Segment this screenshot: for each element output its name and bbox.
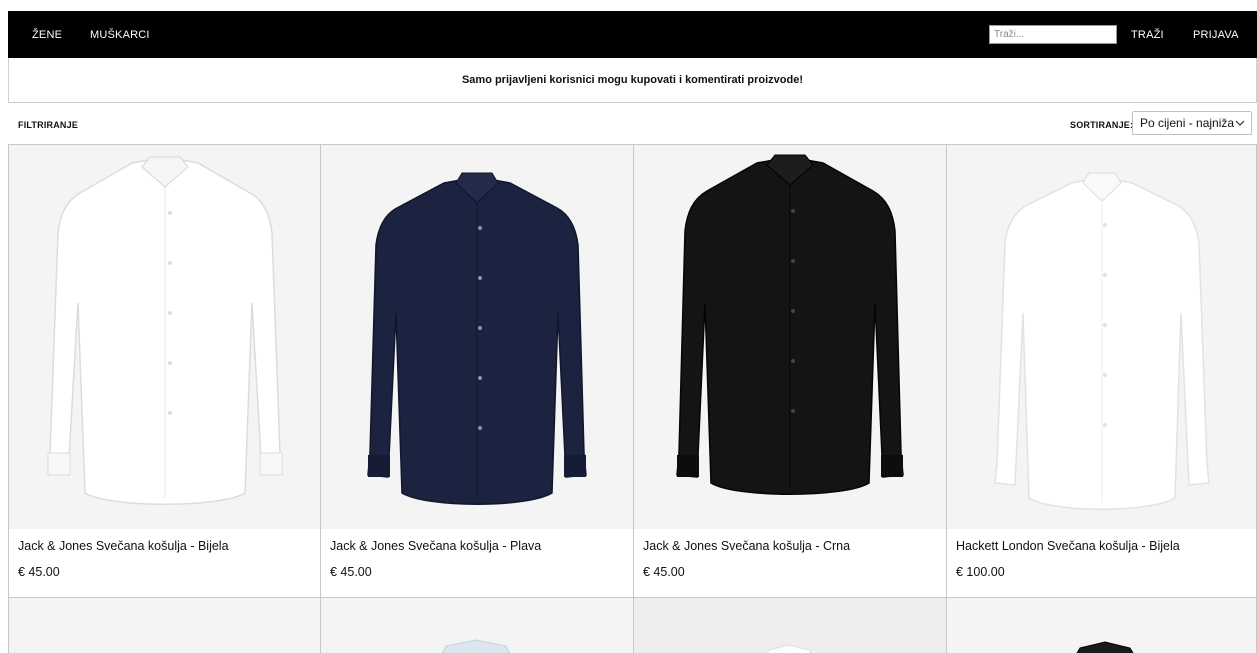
shirt-image — [367, 172, 587, 505]
product-price: € 45.00 — [643, 565, 685, 579]
nav-link-men[interactable]: MUŠKARCI — [90, 29, 150, 41]
product-card[interactable] — [8, 598, 321, 653]
product-card[interactable]: Jack & Jones Svečana košulja - Bijela € … — [8, 145, 321, 598]
product-card[interactable]: Hackett London Svečana košulja - Bijela … — [947, 145, 1257, 598]
product-card[interactable] — [634, 598, 947, 653]
product-price: € 45.00 — [18, 565, 60, 579]
product-image[interactable] — [9, 145, 320, 529]
shirt-image — [766, 644, 812, 653]
product-image[interactable] — [634, 145, 946, 529]
product-grid: Jack & Jones Svečana košulja - Bijela € … — [8, 145, 1257, 653]
product-image[interactable] — [634, 598, 946, 653]
sort-select-value: Po cijeni - najniža — [1140, 116, 1235, 130]
filter-sort-bar: FILTRIRANJE SORTIRANJE: Po cijeni - najn… — [8, 103, 1257, 145]
top-nav-bar: ŽENE MUŠKARCI TRAŽI PRIJAVA — [8, 11, 1257, 58]
sort-select[interactable]: Po cijeni - najniža — [1132, 111, 1252, 135]
product-price: € 45.00 — [330, 565, 372, 579]
login-link[interactable]: PRIJAVA — [1193, 29, 1239, 41]
product-name[interactable]: Jack & Jones Svečana košulja - Bijela — [18, 539, 229, 553]
product-price: € 100.00 — [956, 565, 1005, 579]
login-notice-banner: Samo prijavljeni korisnici mogu kupovati… — [8, 58, 1257, 103]
chevron-down-icon — [1235, 120, 1245, 126]
search-button[interactable]: TRAŽI — [1131, 29, 1164, 41]
product-card[interactable]: Jack & Jones Svečana košulja - Plava € 4… — [321, 145, 634, 598]
product-name[interactable]: Jack & Jones Svečana košulja - Crna — [643, 539, 850, 553]
product-card[interactable] — [321, 598, 634, 653]
shirt-image — [46, 156, 283, 505]
login-notice-text: Samo prijavljeni korisnici mogu kupovati… — [461, 74, 804, 86]
shirt-image — [441, 639, 511, 653]
product-image[interactable] — [9, 598, 320, 653]
product-card[interactable] — [947, 598, 1257, 653]
sort-label: SORTIRANJE: — [1070, 120, 1134, 130]
product-image[interactable] — [947, 145, 1256, 529]
shirt-image — [676, 154, 904, 495]
filter-toggle[interactable]: FILTRIRANJE — [18, 120, 78, 130]
search-input[interactable] — [989, 25, 1117, 44]
shirt-image — [993, 172, 1210, 510]
product-name[interactable]: Hackett London Svečana košulja - Bijela — [956, 539, 1180, 553]
product-image[interactable] — [947, 598, 1256, 653]
product-name[interactable]: Jack & Jones Svečana košulja - Plava — [330, 539, 541, 553]
nav-link-women[interactable]: ŽENE — [32, 29, 62, 41]
product-image[interactable] — [321, 598, 633, 653]
product-image[interactable] — [321, 145, 633, 529]
shirt-image — [1076, 641, 1134, 653]
product-card[interactable]: Jack & Jones Svečana košulja - Crna € 45… — [634, 145, 947, 598]
